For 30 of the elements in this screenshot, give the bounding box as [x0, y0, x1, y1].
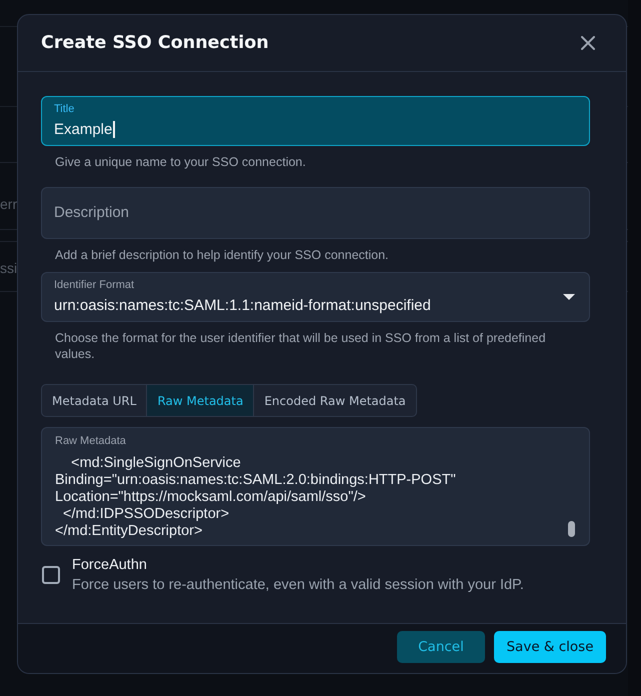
tab[interactable]: Encoded Raw Metadata	[253, 385, 416, 416]
cancel-button[interactable]: Cancel	[397, 631, 485, 663]
dropdown-caret-icon	[563, 294, 575, 300]
scrollbar-thumb[interactable]	[568, 521, 575, 537]
field-label: Title	[54, 102, 74, 114]
checkbox-label: ForceAuthn	[72, 557, 147, 573]
text-cursor-icon	[113, 121, 115, 138]
helper-text: Give a unique name to your SSO connection.	[54, 154, 307, 170]
field-value: urn:oasis:names:tc:SAML:1.1:nameid-format:unspecified	[54, 296, 431, 316]
metadata-text: <md:SingleSignOnService Binding="urn:oasis:names:tc:SAML:2.0:bindings:HTTP-POST" Location="https://mocksaml.com/api/saml/sso"/> </md:IDPSSODescriptor> </md:EntityDescriptor>	[55, 455, 456, 540]
field-label: Raw Metadata	[55, 435, 126, 447]
close-icon	[581, 36, 595, 50]
close-button[interactable]	[580, 35, 596, 51]
text-field[interactable]: Description	[41, 187, 590, 239]
metadata-textarea[interactable]: Raw Metadata <md:SingleSignOnService Binding="urn:oasis:names:tc:SAML:2.0:bindings:HTTP-POST" Location="https://mocksaml.com/api/saml/sso"/> </md:IDPSSODescriptor> </md:EntityDescriptor>	[41, 427, 590, 546]
dialog-title: Create SSO Connection	[41, 33, 269, 53]
text-field[interactable]: Title Example	[41, 96, 590, 146]
helper-text: Choose the format for the user identifier that will be used in SSO from a list of predefined values.	[54, 330, 547, 362]
helper-text: Add a brief description to help identify your SSO connection.	[54, 247, 390, 263]
save-button[interactable]: Save & close	[494, 631, 606, 663]
background-text: err	[0, 196, 18, 212]
select-field[interactable]: Identifier Format urn:oasis:names:tc:SAML:1.1:nameid-format:unspecified	[41, 272, 590, 322]
checkbox-description: Force users to re-authenticate, even with a valid session with your IdP.	[72, 577, 524, 593]
tab[interactable]: Raw Metadata	[146, 385, 254, 416]
field-value: Example	[54, 120, 112, 140]
tab[interactable]: Metadata URL	[42, 385, 146, 416]
background-text: ssi	[0, 260, 18, 276]
checkbox[interactable]	[42, 566, 60, 584]
field-label: Identifier Format	[54, 278, 134, 290]
field-placeholder: Description	[54, 203, 130, 223]
